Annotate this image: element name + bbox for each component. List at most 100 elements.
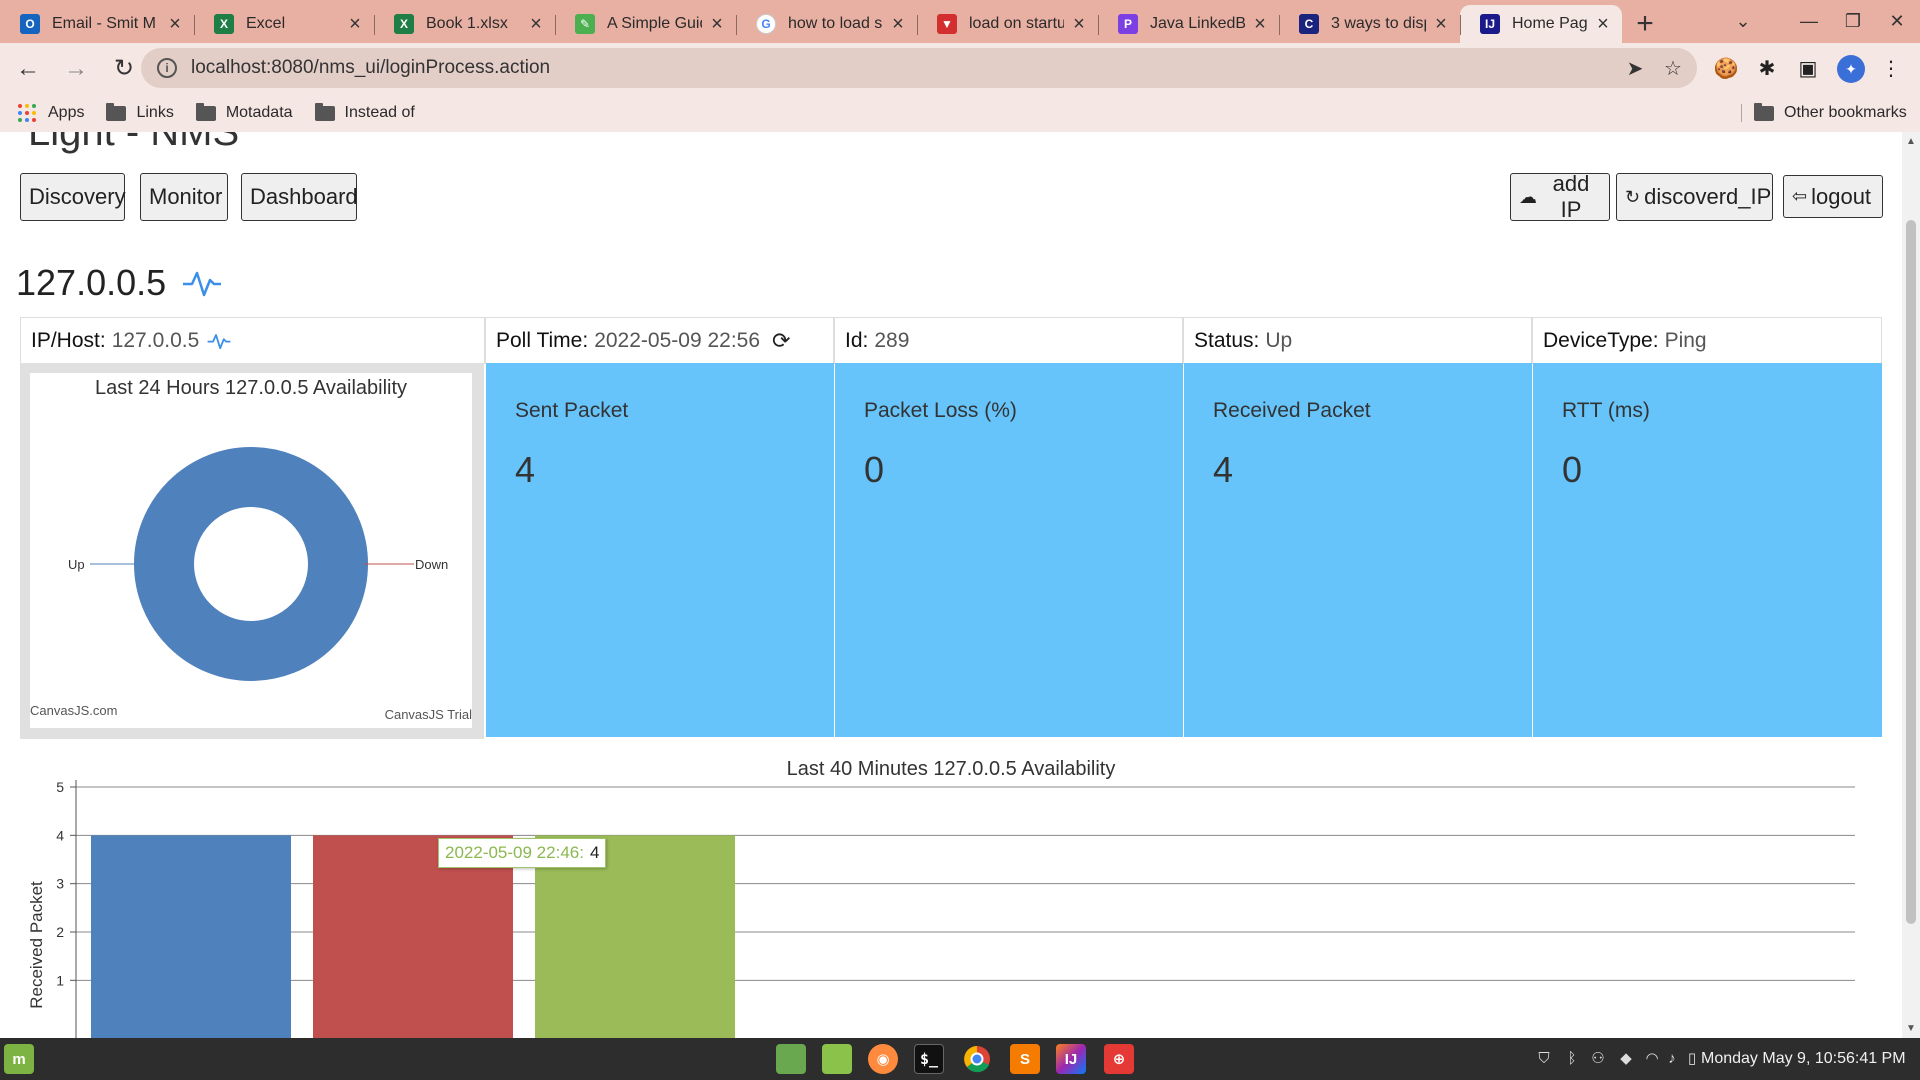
restore-icon[interactable]: ❐ bbox=[1830, 0, 1876, 43]
dashboard-button[interactable]: Dashboard bbox=[241, 173, 358, 221]
bookmark-links[interactable]: Links bbox=[106, 102, 174, 122]
side-panel-icon[interactable]: ▣ bbox=[1793, 53, 1823, 83]
vpn-icon[interactable]: ⊕ bbox=[1104, 1044, 1134, 1074]
browser-menu-icon[interactable]: ⋮ bbox=[1876, 53, 1906, 83]
mint-menu-icon[interactable]: m bbox=[4, 1044, 34, 1074]
add-ip-button[interactable]: ☁ add IP bbox=[1510, 171, 1610, 222]
bar-mark[interactable] bbox=[91, 835, 291, 1038]
pulse-icon bbox=[183, 271, 222, 297]
tab-title: Excel bbox=[246, 15, 286, 32]
send-icon[interactable]: ➤ bbox=[1617, 48, 1653, 88]
donut-slice-up[interactable] bbox=[134, 447, 368, 681]
tab-close-icon[interactable]: × bbox=[1594, 14, 1612, 34]
refresh-dot-icon: ↻ bbox=[1625, 186, 1641, 207]
browser-tab[interactable]: O Email - Smit M × bbox=[0, 5, 194, 43]
wifi-icon[interactable]: ◠ bbox=[1641, 1046, 1663, 1070]
browser-tab[interactable]: ▼ load on startu × bbox=[917, 5, 1098, 43]
tab-close-icon[interactable]: × bbox=[1432, 14, 1450, 34]
taskbar-clock[interactable]: Monday May 9, 10:56:41 PM bbox=[1701, 1038, 1906, 1080]
volume-icon[interactable]: ♪ bbox=[1661, 1046, 1683, 1070]
stat-rtt: RTT (ms) 0 bbox=[1533, 363, 1882, 737]
tab-search-icon[interactable]: ⌄ bbox=[1720, 0, 1766, 43]
browser-tab[interactable]: X Excel × bbox=[194, 5, 374, 43]
folder-app-icon[interactable] bbox=[822, 1044, 852, 1074]
browser-tab[interactable]: P Java LinkedBl × bbox=[1098, 5, 1279, 43]
status-cell: Status: Up bbox=[1183, 318, 1532, 364]
chrome-icon[interactable] bbox=[962, 1044, 992, 1074]
apps-grid-icon bbox=[18, 104, 36, 122]
stat-sent-packet: Sent Packet 4 bbox=[486, 363, 834, 737]
intellij-icon[interactable]: IJ bbox=[1056, 1044, 1086, 1074]
discovered-ip-button[interactable]: ↻ discoverd_IP bbox=[1616, 173, 1773, 221]
new-tab-icon[interactable]: + bbox=[1622, 5, 1668, 43]
logout-icon: ⇦ bbox=[1792, 186, 1808, 206]
logout-button[interactable]: ⇦ logout bbox=[1783, 175, 1883, 218]
host-title: 127.0.0.5 bbox=[16, 262, 222, 304]
donut-svg: Up Down bbox=[68, 447, 448, 681]
scroll-down-arrow-icon[interactable]: ▼ bbox=[1902, 1023, 1920, 1034]
page-scrollbar[interactable]: ▲ ▼ bbox=[1902, 132, 1920, 1038]
browser-tab[interactable]: IJ Home Page × bbox=[1460, 5, 1622, 43]
back-icon[interactable]: ← bbox=[8, 49, 48, 89]
minimize-icon[interactable]: — bbox=[1786, 0, 1832, 43]
other-bookmarks[interactable]: Other bookmarks bbox=[1741, 102, 1907, 122]
firefox-icon[interactable]: ◉ bbox=[868, 1044, 898, 1074]
sublime-icon[interactable]: S bbox=[1010, 1044, 1040, 1074]
id-cell: Id: 289 bbox=[834, 318, 1183, 364]
battery-icon[interactable]: ▯ bbox=[1681, 1046, 1703, 1070]
profile-avatar[interactable]: ✦ bbox=[1837, 55, 1865, 83]
tab-title: Email - Smit M bbox=[52, 15, 156, 32]
bookmark-motadata[interactable]: Motadata bbox=[195, 102, 293, 122]
bluetooth-icon[interactable]: ᛒ bbox=[1561, 1046, 1583, 1070]
tab-close-icon[interactable]: × bbox=[527, 14, 545, 34]
stat-value: 4 bbox=[1213, 449, 1234, 490]
canvasjs-credit[interactable]: CanvasJS.com bbox=[30, 703, 117, 718]
browser-tab[interactable]: Ghow to load s × bbox=[736, 5, 917, 43]
intellij-icon: IJ bbox=[1480, 14, 1500, 34]
close-window-icon[interactable]: ✕ bbox=[1874, 0, 1920, 43]
os-taskbar: m ◉ $_ S IJ ⊕ ⛉ ᛒ ⚇ ◆ ◠ ♪ ▯ Monday May 9… bbox=[0, 1038, 1920, 1080]
outlook-icon: O bbox=[20, 14, 40, 34]
bookmark-label: Links bbox=[136, 104, 174, 121]
scroll-up-arrow-icon[interactable]: ▲ bbox=[1902, 136, 1920, 147]
tab-close-icon[interactable]: × bbox=[1070, 14, 1088, 34]
host-title-text: 127.0.0.5 bbox=[16, 262, 167, 303]
stat-value: 0 bbox=[1562, 449, 1583, 490]
canvasjs-trial-credit: CanvasJS Trial bbox=[384, 707, 472, 722]
ip-host-cell: IP/Host: 127.0.0.5 bbox=[20, 318, 485, 364]
bookmark-star-icon[interactable]: ☆ bbox=[1655, 48, 1691, 88]
browser-tab[interactable]: ✎ A Simple Guid × bbox=[555, 5, 736, 43]
url-text: localhost:8080/nms_ui/loginProcess.actio… bbox=[191, 57, 551, 78]
tab-close-icon[interactable]: × bbox=[889, 14, 907, 34]
extensions-puzzle-icon[interactable]: ✱ bbox=[1752, 53, 1782, 83]
bar-chart-svg: Last 40 Minutes 127.0.0.5 Availability 1 2… bbox=[27, 758, 1855, 1038]
cookie-extension-icon[interactable]: 🍪 bbox=[1711, 53, 1741, 83]
host-info-row: IP/Host: 127.0.0.5 Poll Time: 2022-05-09… bbox=[20, 317, 1882, 364]
discovery-button[interactable]: Discovery bbox=[20, 173, 126, 221]
forward-icon[interactable]: → bbox=[56, 49, 96, 89]
bookmark-label: Apps bbox=[48, 104, 85, 121]
stat-value: 0 bbox=[864, 449, 885, 490]
teams-icon[interactable]: ⚇ bbox=[1587, 1046, 1609, 1070]
scrollbar-thumb[interactable] bbox=[1906, 220, 1916, 924]
anydesk-icon[interactable]: ◆ bbox=[1615, 1046, 1637, 1070]
shield-icon[interactable]: ⛉ bbox=[1533, 1046, 1555, 1070]
page-content: Light - NMS Discovery Monitor Dashboard … bbox=[0, 132, 1902, 1038]
tab-close-icon[interactable]: × bbox=[708, 14, 726, 34]
bookmark-instead-of[interactable]: Instead of bbox=[314, 102, 415, 122]
monitor-button[interactable]: Monitor bbox=[140, 173, 228, 221]
reload-icon[interactable]: ↻ bbox=[104, 49, 144, 89]
refresh-icon[interactable]: ⟳ bbox=[772, 328, 790, 354]
site-info-icon[interactable]: i bbox=[157, 58, 177, 78]
browser-tab[interactable]: X Book 1.xlsx × bbox=[374, 5, 555, 43]
tab-close-icon[interactable]: × bbox=[1251, 14, 1269, 34]
address-bar[interactable]: i localhost:8080/nms_ui/loginProcess.act… bbox=[141, 48, 1697, 88]
browser-tab[interactable]: C 3 ways to disp × bbox=[1279, 5, 1460, 43]
terminal-icon[interactable]: $_ bbox=[914, 1044, 944, 1074]
bookmark-apps[interactable]: Apps bbox=[18, 104, 84, 122]
files-icon[interactable] bbox=[776, 1044, 806, 1074]
tab-close-icon[interactable]: × bbox=[166, 14, 184, 34]
chrome-logo bbox=[964, 1046, 990, 1073]
poll-time-cell: Poll Time: 2022-05-09 22:56 ⟳ bbox=[485, 318, 834, 364]
tab-close-icon[interactable]: × bbox=[346, 14, 364, 34]
